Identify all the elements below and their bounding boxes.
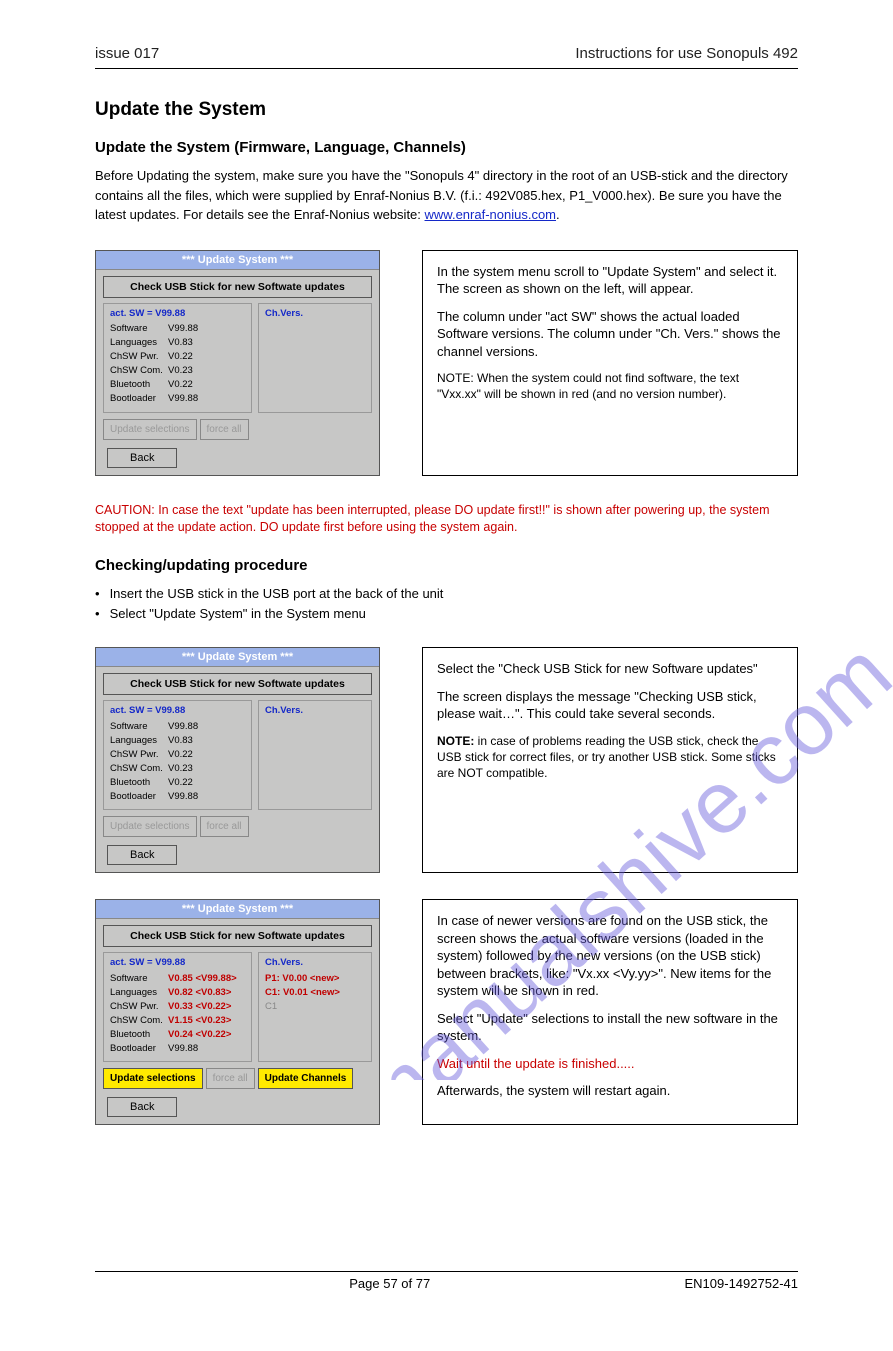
header-rule bbox=[95, 68, 798, 69]
update-panel-2: *** Update System *** Check USB Stick fo… bbox=[95, 647, 380, 873]
update-panel-3: *** Update System *** Check USB Stick fo… bbox=[95, 899, 380, 1125]
page-footer: Page 57 of 77 EN109-1492752-41 bbox=[95, 1271, 798, 1291]
doc-id: EN109-1492752-41 bbox=[685, 1276, 798, 1291]
procedure-bullets: Insert the USB stick in the USB port at … bbox=[95, 584, 798, 626]
update-channels-button[interactable]: Update Channels bbox=[258, 1068, 354, 1089]
check-usb-button[interactable]: Check USB Stick for new Softwate updates bbox=[103, 925, 372, 947]
panel-title: *** Update System *** bbox=[96, 648, 379, 667]
update-selections-button[interactable]: Update selections bbox=[103, 1068, 203, 1089]
channel-versions-column: Ch.Vers. bbox=[258, 700, 372, 810]
section-subtitle: Update the System (Firmware, Language, C… bbox=[95, 139, 798, 156]
channel-versions-column: Ch.Vers. P1: V0.00 <new> C1: V0.01 <new>… bbox=[258, 952, 372, 1062]
page-number: Page 57 of 77 bbox=[349, 1276, 430, 1291]
back-button[interactable]: Back bbox=[107, 845, 177, 865]
back-button[interactable]: Back bbox=[107, 448, 177, 468]
software-versions-column: act. SW = V99.88 SoftwareV99.88 Language… bbox=[103, 700, 252, 810]
procedure-title: Checking/updating procedure bbox=[95, 557, 798, 574]
header-right: Instructions for use Sonopuls 492 bbox=[575, 45, 798, 62]
description-box-3: In case of newer versions are found on t… bbox=[422, 899, 798, 1125]
software-versions-column: act. SW = V99.88 SoftwareV0.85 <V99.88> … bbox=[103, 952, 252, 1062]
channel-versions-column: Ch.Vers. bbox=[258, 303, 372, 413]
ch-vers-header: Ch.Vers. bbox=[265, 308, 365, 319]
update-selections-button[interactable]: Update selections bbox=[103, 419, 197, 440]
update-selections-button[interactable]: Update selections bbox=[103, 816, 197, 837]
force-all-button[interactable]: force all bbox=[206, 1068, 255, 1089]
check-usb-button[interactable]: Check USB Stick for new Softwate updates bbox=[103, 673, 372, 695]
software-versions-column: act. SW = V99.88 SoftwareV99.88 Language… bbox=[103, 303, 252, 413]
panel-title: *** Update System *** bbox=[96, 251, 379, 270]
check-usb-button[interactable]: Check USB Stick for new Softwate updates bbox=[103, 276, 372, 298]
force-all-button[interactable]: force all bbox=[200, 419, 249, 440]
update-panel-1: *** Update System *** Check USB Stick fo… bbox=[95, 250, 380, 476]
header-left: issue 017 bbox=[95, 45, 159, 62]
back-button[interactable]: Back bbox=[107, 1097, 177, 1117]
act-sw-header: act. SW = V99.88 bbox=[110, 308, 245, 319]
force-all-button[interactable]: force all bbox=[200, 816, 249, 837]
section-title: Update the System bbox=[95, 99, 798, 121]
caution-text: CAUTION: In case the text "update has be… bbox=[95, 502, 798, 537]
description-box-1: In the system menu scroll to "Update Sys… bbox=[422, 250, 798, 476]
website-link[interactable]: www.enraf-nonius.com bbox=[425, 207, 557, 222]
intro-paragraph: Before Updating the system, make sure yo… bbox=[95, 166, 798, 225]
wait-text: Wait until the update is finished..... bbox=[437, 1055, 783, 1073]
panel-title: *** Update System *** bbox=[96, 900, 379, 919]
description-box-2: Select the "Check USB Stick for new Soft… bbox=[422, 647, 798, 873]
